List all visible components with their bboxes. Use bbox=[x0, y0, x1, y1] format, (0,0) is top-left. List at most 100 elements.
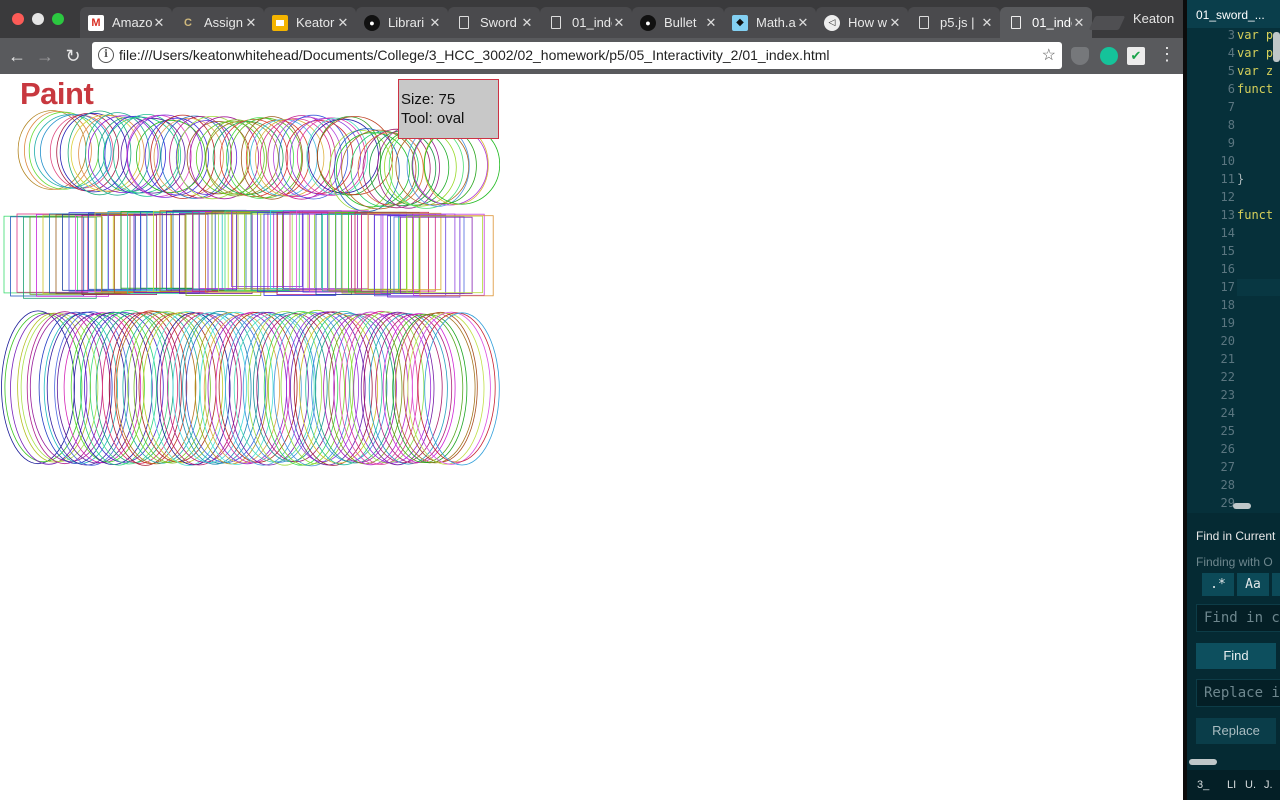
line-number: 14 bbox=[1220, 226, 1235, 240]
tab-assign[interactable]: C Assign ✕ bbox=[172, 7, 264, 38]
line-number: 23 bbox=[1220, 388, 1235, 402]
tab-p5js[interactable]: p5.js | ✕ bbox=[908, 7, 1000, 38]
close-tab-icon[interactable]: ✕ bbox=[152, 15, 166, 31]
forward-icon[interactable]: → bbox=[35, 46, 55, 66]
paint-stroke bbox=[55, 214, 131, 295]
url-text[interactable]: file:///Users/keatonwhitehead/Documents/… bbox=[119, 47, 830, 63]
line-number: 24 bbox=[1220, 406, 1235, 420]
reload-icon[interactable]: ↻ bbox=[63, 46, 83, 66]
tab-amazon[interactable]: M Amazo ✕ bbox=[80, 7, 172, 38]
replace-button[interactable]: Replace bbox=[1196, 718, 1276, 744]
code-line[interactable]: var p bbox=[1237, 46, 1273, 60]
paint-stroke bbox=[255, 118, 325, 197]
page-content[interactable]: Paint Size: 75 Tool: oval bbox=[0, 74, 1183, 800]
line-number: 8 bbox=[1227, 118, 1235, 132]
line-number: 27 bbox=[1220, 460, 1235, 474]
status-item[interactable]: LI bbox=[1227, 779, 1236, 791]
checklist-extension-icon[interactable]: ✔ bbox=[1127, 47, 1145, 65]
paint-stroke bbox=[309, 213, 384, 293]
minimize-window-button[interactable] bbox=[32, 13, 44, 25]
selection-toggle[interactable] bbox=[1272, 573, 1280, 596]
page-title: Paint bbox=[20, 76, 94, 111]
horizontal-scrollbar[interactable] bbox=[1233, 503, 1251, 509]
find-panel: Find in Current Finding with O .* Aa Fin… bbox=[1187, 513, 1280, 800]
tab-sword[interactable]: Sword ✕ bbox=[448, 7, 540, 38]
tab-01-index-active[interactable]: 01_inde ✕ bbox=[1000, 7, 1092, 38]
paint-stroke bbox=[3, 215, 78, 294]
paint-stroke bbox=[120, 211, 194, 289]
new-tab-button[interactable] bbox=[1088, 16, 1126, 30]
back-icon[interactable]: ← bbox=[7, 46, 27, 66]
size-readout: Size: 75 bbox=[401, 91, 456, 108]
editor-tab[interactable]: 01_sword_... bbox=[1187, 0, 1280, 28]
close-tab-icon[interactable]: ✕ bbox=[888, 15, 902, 31]
tab-libraries[interactable]: ● Librari ✕ bbox=[356, 7, 448, 38]
close-tab-icon[interactable]: ✕ bbox=[244, 15, 258, 31]
line-number: 7 bbox=[1227, 100, 1235, 114]
zoom-window-button[interactable] bbox=[52, 13, 64, 25]
find-panel-scrollbar[interactable] bbox=[1189, 759, 1217, 765]
line-number: 16 bbox=[1220, 262, 1235, 276]
close-tab-icon[interactable]: ✕ bbox=[796, 15, 810, 31]
replace-input[interactable]: Replace i bbox=[1196, 679, 1280, 707]
shield-extension-icon[interactable] bbox=[1071, 47, 1089, 65]
line-number: 28 bbox=[1220, 478, 1235, 492]
line-number: 10 bbox=[1220, 154, 1235, 168]
grammarly-icon[interactable] bbox=[1100, 47, 1118, 65]
paint-stroke bbox=[413, 213, 485, 296]
code-line[interactable]: } bbox=[1237, 172, 1244, 186]
regex-toggle[interactable]: .* bbox=[1202, 573, 1234, 596]
close-tab-icon[interactable]: ✕ bbox=[980, 15, 994, 31]
status-item[interactable]: 3_ bbox=[1197, 779, 1209, 791]
paint-stroke bbox=[127, 212, 200, 294]
info-icon[interactable]: i bbox=[98, 47, 114, 63]
paint-stroke bbox=[23, 216, 97, 299]
paint-stroke bbox=[205, 211, 278, 293]
gmail-icon: M bbox=[88, 14, 104, 31]
bookmark-star-icon[interactable]: ☆ bbox=[1042, 45, 1056, 65]
close-tab-icon[interactable]: ✕ bbox=[428, 15, 442, 31]
profile-name[interactable]: Keaton bbox=[1133, 11, 1174, 26]
tab-keator[interactable]: Keator ✕ bbox=[264, 7, 356, 38]
close-tab-icon[interactable]: ✕ bbox=[336, 15, 350, 31]
close-tab-icon[interactable]: ✕ bbox=[612, 15, 626, 31]
status-item[interactable]: J. bbox=[1264, 779, 1273, 791]
close-tab-icon[interactable]: ✕ bbox=[1072, 15, 1086, 31]
tab-how[interactable]: ◁ How w ✕ bbox=[816, 7, 908, 38]
find-button[interactable]: Find bbox=[1196, 643, 1276, 669]
cu-logo-icon: C bbox=[184, 16, 192, 29]
paint-stroke bbox=[94, 212, 172, 293]
paint-stroke bbox=[285, 120, 354, 194]
tab-bullet[interactable]: ● Bullet ✕ bbox=[632, 7, 724, 38]
paint-stroke bbox=[278, 114, 349, 200]
paint-stroke bbox=[75, 215, 147, 292]
paint-strokes bbox=[1, 110, 500, 467]
tool-info-box: Size: 75 Tool: oval bbox=[398, 79, 499, 139]
line-gutter: 3 4 5 6 7 8 9 10 11 12 13 14 15 16 17 18… bbox=[1187, 28, 1237, 510]
paint-stroke bbox=[244, 213, 315, 291]
close-tab-icon[interactable]: ✕ bbox=[520, 15, 534, 31]
address-bar[interactable]: i file:///Users/keatonwhitehead/Document… bbox=[92, 42, 1062, 69]
vertical-scrollbar[interactable] bbox=[1273, 32, 1280, 62]
code-line[interactable]: var z bbox=[1237, 64, 1273, 78]
status-item[interactable]: U. bbox=[1245, 779, 1256, 791]
code-line[interactable]: funct bbox=[1237, 82, 1273, 96]
paint-stroke bbox=[393, 216, 465, 294]
find-input[interactable]: Find in c bbox=[1196, 604, 1280, 632]
paint-stroke bbox=[322, 213, 399, 292]
code-line[interactable]: var p bbox=[1237, 28, 1273, 42]
line-number: 21 bbox=[1220, 352, 1235, 366]
close-tab-icon[interactable]: ✕ bbox=[704, 15, 718, 31]
line-number: 25 bbox=[1220, 424, 1235, 438]
tab-math[interactable]: ◆ Math.a ✕ bbox=[724, 7, 816, 38]
tab-01-index[interactable]: 01_inde ✕ bbox=[540, 7, 632, 38]
close-window-button[interactable] bbox=[12, 13, 24, 25]
line-number: 11 bbox=[1220, 172, 1235, 186]
case-sensitive-toggle[interactable]: Aa bbox=[1237, 573, 1269, 596]
code-line[interactable]: funct bbox=[1237, 208, 1273, 222]
browser-menu-icon[interactable]: ⋮ bbox=[1158, 44, 1176, 65]
line-number: 12 bbox=[1220, 190, 1235, 204]
mdn-icon: ◆ bbox=[732, 14, 748, 31]
tab-title: Bullet bbox=[664, 15, 697, 30]
paint-stroke bbox=[341, 212, 413, 294]
